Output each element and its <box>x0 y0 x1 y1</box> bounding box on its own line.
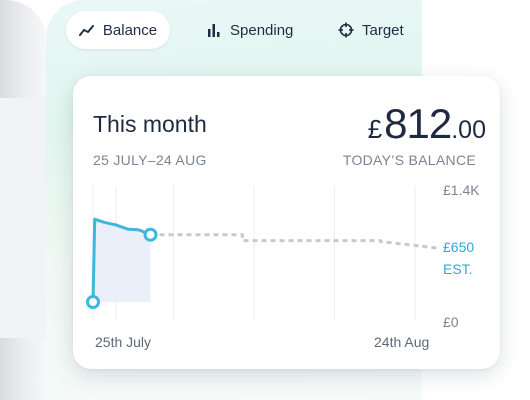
tab-target[interactable]: Target <box>338 11 404 49</box>
balance-whole: 812 <box>384 100 452 147</box>
tab-target-label: Target <box>362 21 404 39</box>
y-axis-max-label: £1.4K <box>443 182 480 198</box>
tab-spending-label: Spending <box>230 21 294 39</box>
x-axis-end-label: 24th Aug <box>374 334 430 350</box>
projected-line <box>150 233 439 250</box>
date-range: 25 JULY–24 AUG <box>93 152 207 168</box>
line-chart-icon <box>78 22 95 38</box>
tab-balance-label: Balance <box>102 21 158 39</box>
actual-line <box>91 217 152 304</box>
estimate-value: £650 <box>443 239 475 255</box>
estimate-suffix: EST. <box>443 261 473 277</box>
start-point <box>86 295 100 309</box>
balance-pence: .00 <box>451 116 486 144</box>
y-axis-min-label: £0 <box>443 314 459 330</box>
x-axis-start-label: 25th July <box>95 334 152 350</box>
balance-label: TODAY’S BALANCE <box>342 152 476 168</box>
balance-currency: £ <box>367 114 383 144</box>
balance-amount: £ 812 .00 <box>367 100 486 147</box>
balance-card[interactable]: This month 25 JULY–24 AUG £ 812 .00 TODA… <box>73 76 500 369</box>
phone-side-panel <box>0 98 52 338</box>
estimate-label: £650 EST. <box>443 236 474 280</box>
actual-area <box>93 219 151 302</box>
tab-balance[interactable]: Balance <box>66 11 170 49</box>
bar-chart-icon <box>206 22 222 38</box>
tab-spending[interactable]: Spending <box>206 11 293 49</box>
card-title: This month <box>93 111 207 137</box>
crosshair-icon <box>338 22 354 38</box>
today-point <box>143 227 158 242</box>
